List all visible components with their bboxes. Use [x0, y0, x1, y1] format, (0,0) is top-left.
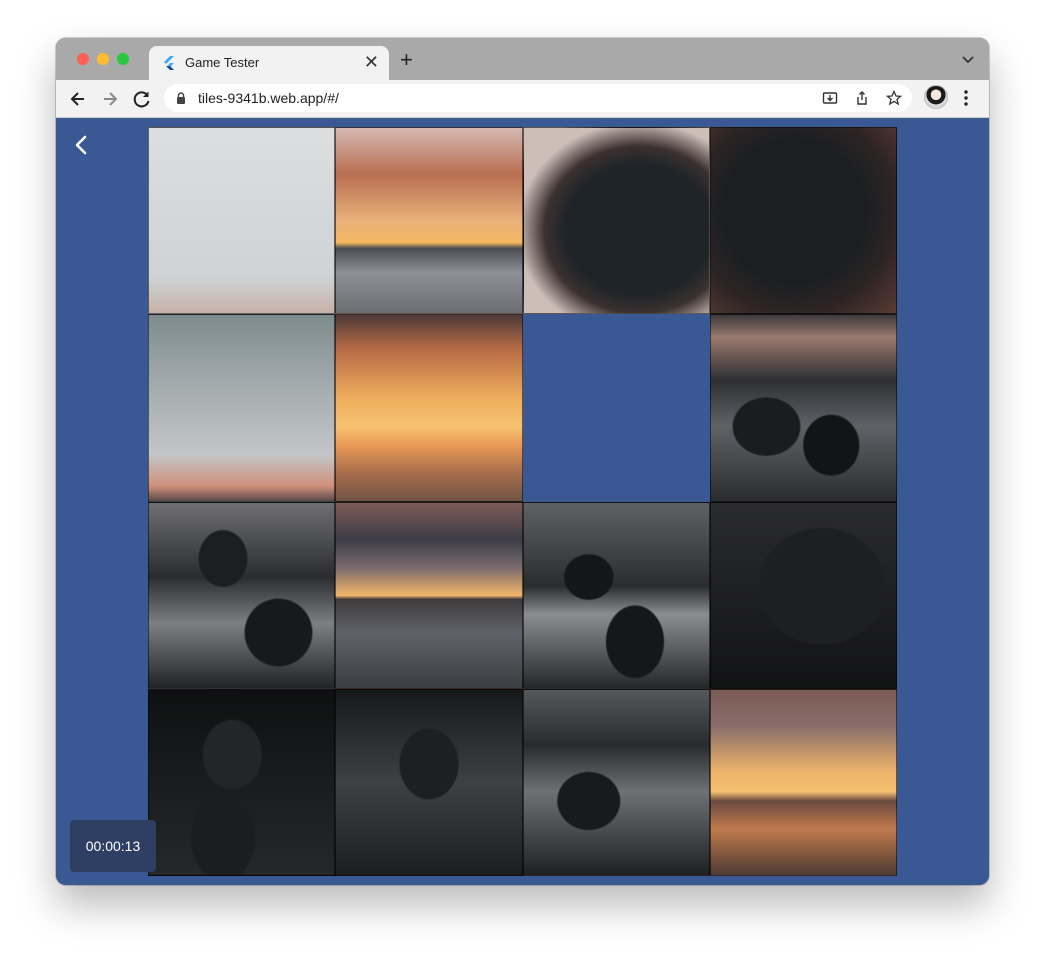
puzzle-tile[interactable]	[335, 314, 523, 502]
share-icon[interactable]	[854, 90, 870, 106]
tab-title: Game Tester	[185, 55, 260, 70]
minimize-window-button[interactable]	[97, 53, 109, 65]
chevron-left-icon[interactable]	[70, 134, 92, 156]
forward-arrow-icon[interactable]	[100, 89, 120, 109]
tab-game-tester[interactable]: Game Tester ✕	[149, 46, 389, 80]
kebab-menu-icon[interactable]	[958, 88, 974, 108]
close-window-button[interactable]	[77, 53, 89, 65]
game-page: 00:00:13	[56, 118, 989, 885]
profile-avatar[interactable]	[924, 85, 948, 109]
title-bar: Game Tester ✕ +	[56, 38, 989, 80]
puzzle-tile[interactable]	[522, 688, 710, 876]
puzzle-tile[interactable]	[335, 688, 523, 876]
puzzle-tile[interactable]	[335, 501, 523, 689]
puzzle-tile[interactable]	[148, 314, 336, 502]
reload-icon[interactable]	[132, 89, 152, 109]
chevron-down-icon[interactable]	[961, 52, 975, 66]
back-arrow-icon[interactable]	[68, 89, 88, 109]
star-icon[interactable]	[886, 90, 902, 106]
puzzle-tile[interactable]	[522, 501, 710, 689]
browser-toolbar: tiles-9341b.web.app/#/	[56, 80, 989, 118]
puzzle-tile[interactable]	[709, 314, 897, 502]
install-app-icon[interactable]	[822, 90, 838, 106]
game-timer: 00:00:13	[70, 820, 156, 872]
puzzle-tile[interactable]	[709, 501, 897, 689]
new-tab-button[interactable]: +	[400, 49, 413, 71]
flutter-logo-icon	[164, 56, 174, 70]
close-tab-icon[interactable]: ✕	[364, 52, 379, 72]
puzzle-board	[148, 127, 897, 876]
puzzle-tile[interactable]	[148, 501, 336, 689]
puzzle-tile[interactable]	[148, 127, 336, 315]
browser-window: Game Tester ✕ + tiles-9341b.web.app/#/ 0…	[56, 38, 989, 885]
puzzle-tile[interactable]	[148, 688, 336, 876]
url-text[interactable]: tiles-9341b.web.app/#/	[198, 90, 339, 106]
lock-icon	[177, 92, 185, 104]
maximize-window-button[interactable]	[117, 53, 129, 65]
empty-slot	[522, 314, 710, 502]
puzzle-tile[interactable]	[709, 688, 897, 876]
address-bar[interactable]: tiles-9341b.web.app/#/	[164, 84, 912, 112]
puzzle-tile[interactable]	[335, 127, 523, 315]
puzzle-tile[interactable]	[709, 127, 897, 315]
puzzle-tile[interactable]	[522, 127, 710, 315]
